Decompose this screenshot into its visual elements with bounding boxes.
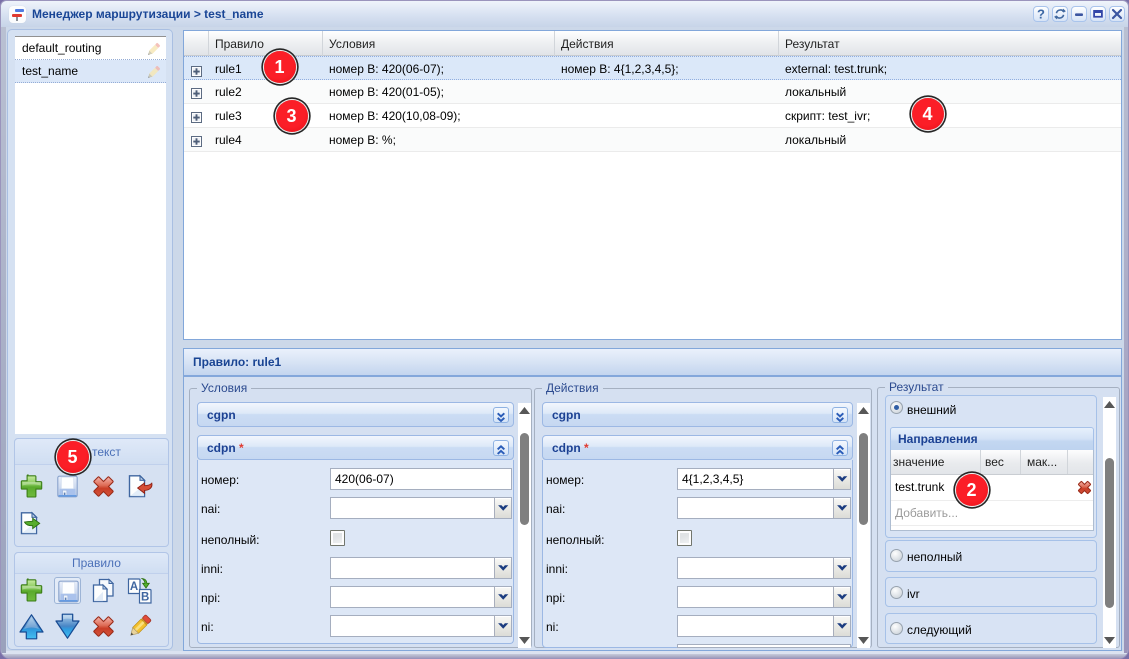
svg-text:?: ?: [1037, 7, 1045, 21]
svg-text:A: A: [130, 581, 138, 593]
svg-text:B: B: [141, 591, 149, 603]
